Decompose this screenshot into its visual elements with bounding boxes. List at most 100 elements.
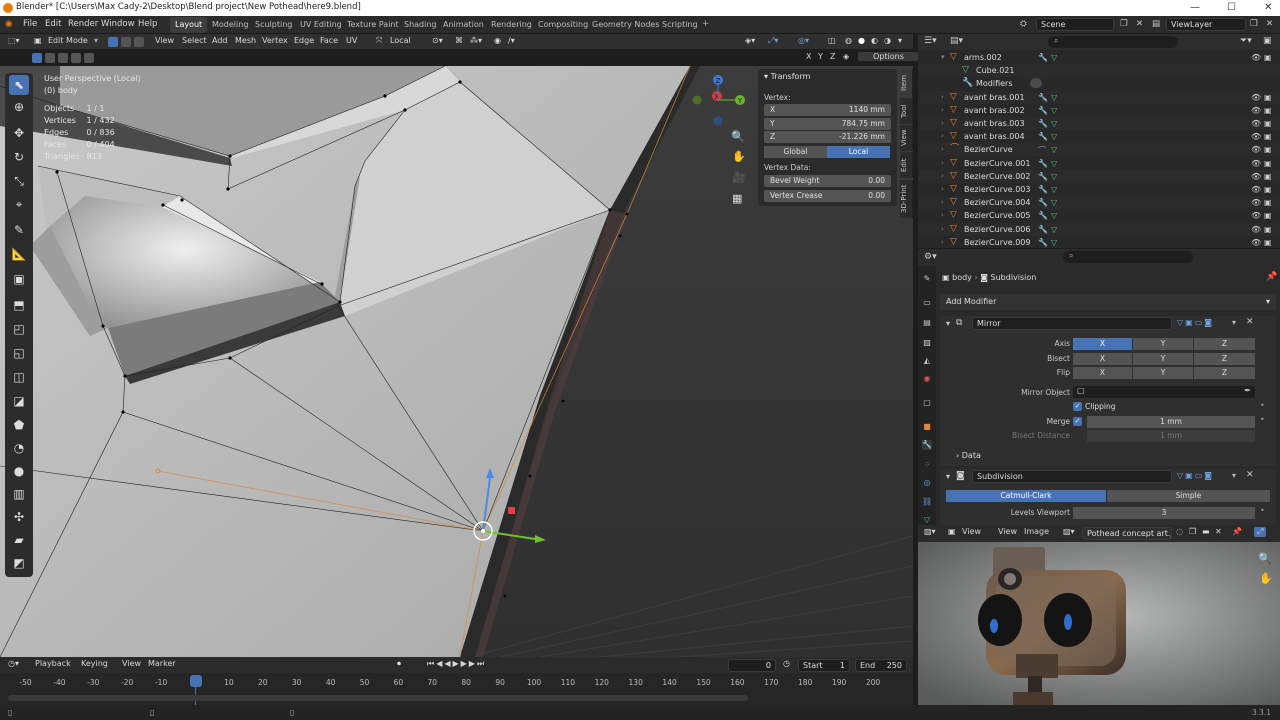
menu-select[interactable]: Select — [182, 36, 207, 45]
menu-edit[interactable]: Edit — [45, 19, 61, 29]
select-mode-intersect-icon[interactable] — [84, 53, 94, 63]
outliner-row[interactable]: › ▽ avant bras.002 🔧 ▽ 👁 ▣ — [918, 104, 1280, 117]
render-camera-icon[interactable]: ▣ — [1264, 185, 1272, 194]
modifier-toggles-icon[interactable]: ▽▣▭◙ — [1177, 318, 1214, 327]
properties-search-input[interactable]: ⌕ — [1063, 251, 1193, 263]
select-mode-invert-icon[interactable] — [71, 53, 81, 63]
outliner-row[interactable]: › ▽ BezierCurve.004 🔧 ▽ 👁 ▣ — [918, 196, 1280, 210]
render-camera-icon[interactable]: ▣ — [1264, 225, 1272, 234]
playhead[interactable] — [190, 675, 202, 687]
eye-icon[interactable]: 👁 — [1251, 132, 1261, 141]
poly-build-tool-icon[interactable]: ⬟ — [9, 415, 29, 435]
modifier-toggles-icon[interactable]: ▽▣▭◙ — [1177, 471, 1214, 480]
snap-target-icon[interactable]: ⁂▾ — [470, 36, 482, 45]
menu-keying[interactable]: Keying — [81, 659, 108, 668]
image-editor-view[interactable]: 🔍 ✋ — [918, 542, 1280, 705]
image-browse-icon[interactable]: ▨▾ — [1063, 527, 1075, 536]
mirror-object-field[interactable]: ▢ ✒ — [1073, 386, 1255, 398]
particles-tab-icon[interactable]: ⁘ — [922, 460, 932, 470]
outliner-row[interactable]: › ▽ BezierCurve.002 🔧 ▽ 👁 ▣ — [918, 169, 1280, 183]
pin-icon[interactable]: 📌 — [1232, 527, 1242, 536]
preview-range-icon[interactable]: ◷ — [783, 659, 790, 668]
outliner-row[interactable]: › ▽ BezierCurve.009 🔧 ▽ 👁 ▣ — [918, 236, 1280, 249]
tab-modeling[interactable]: Modeling — [207, 17, 253, 33]
image-editor-type-icon[interactable]: ▨▾ — [924, 527, 936, 536]
chevron-right-icon[interactable]: › — [941, 93, 944, 101]
render-camera-icon[interactable]: ▣ — [1264, 53, 1272, 62]
menu-mesh[interactable]: Mesh — [235, 36, 256, 45]
data-tab-icon[interactable]: ▽ — [922, 515, 932, 525]
perspective-toggle-icon[interactable]: ▦ — [732, 192, 742, 205]
menu-vertex[interactable]: Vertex — [262, 36, 288, 45]
bisect-z-button[interactable]: Z — [1194, 353, 1255, 365]
camera-view-icon[interactable]: 🎥 — [732, 171, 746, 184]
eye-icon[interactable]: 👁 — [1251, 198, 1261, 207]
menu-help[interactable]: Help — [138, 19, 157, 29]
overlay-icon[interactable]: ◎▾ — [798, 36, 809, 45]
playback-controls-icon[interactable]: ⏮◀◀▶▶▶⏭ — [427, 659, 486, 669]
chevron-right-icon[interactable]: › — [941, 238, 944, 246]
chevron-right-icon[interactable]: › — [941, 225, 944, 233]
new-scene-icon[interactable]: ❐ — [1120, 19, 1128, 29]
modifier-tab-icon[interactable]: 🔧 — [922, 440, 932, 450]
eye-icon[interactable]: 👁 — [1251, 225, 1261, 234]
pivot-icon[interactable]: ⊙▾ — [432, 36, 443, 45]
edge-select-icon[interactable] — [121, 37, 131, 47]
menu-add[interactable]: Add — [212, 36, 228, 45]
tool-tab-icon[interactable]: ✎ — [922, 274, 932, 284]
material-shading-icon[interactable]: ◐ — [871, 36, 878, 45]
editor-type-icon[interactable]: ⬚▾ — [8, 36, 20, 45]
orientation-select[interactable]: Local — [390, 36, 411, 45]
render-camera-icon[interactable]: ▣ — [1264, 159, 1272, 168]
axis-z-button[interactable]: Z — [1194, 338, 1255, 350]
render-camera-icon[interactable]: ▣ — [1264, 93, 1272, 102]
solid-shading-icon[interactable]: ● — [858, 36, 865, 45]
outliner-row[interactable]: › ▽ avant bras.001 🔧 ▽ 👁 ▣ — [918, 90, 1280, 104]
tab-layout[interactable]: Layout — [170, 17, 208, 33]
tab-texture-paint[interactable]: Texture Paint — [342, 17, 404, 33]
scene-tab-icon[interactable]: ◭ — [922, 356, 932, 366]
sidebar-tab-item[interactable]: Item — [900, 69, 913, 97]
shrink-fatten-tool-icon[interactable]: ✣ — [9, 507, 29, 527]
new-view-layer-icon[interactable]: ❐ — [1250, 19, 1258, 29]
zoom-icon[interactable]: 🔍 — [731, 130, 745, 143]
menu-uv[interactable]: UV — [346, 36, 357, 45]
flip-z-button[interactable]: Z — [1194, 367, 1255, 379]
outliner-row[interactable]: › ▽ avant bras.003 🔧 ▽ 👁 ▣ — [918, 117, 1280, 130]
chevron-down-icon[interactable]: ▾ — [1232, 318, 1236, 327]
eye-icon[interactable]: 👁 — [1251, 93, 1261, 102]
outliner-row[interactable]: ▾ ▽ arms.002 🔧 ▽ 👁 ▣ — [918, 51, 1280, 64]
rip-region-tool-icon[interactable]: ◩ — [9, 553, 29, 573]
menu-file[interactable]: File — [23, 19, 37, 29]
render-camera-icon[interactable]: ▣ — [1264, 106, 1272, 115]
outliner-row[interactable]: › ▽ BezierCurve.003 🔧 ▽ 👁 ▣ — [918, 183, 1280, 196]
transform-panel-header[interactable]: ▾ Transform — [764, 72, 810, 81]
sidebar-tab-edit[interactable]: Edit — [900, 152, 913, 178]
outliner-editor-icon[interactable]: ☰▾ — [924, 36, 937, 46]
xray-icon[interactable]: ◫ — [828, 36, 836, 45]
current-frame-field[interactable]: 0 — [728, 659, 776, 672]
end-frame-field[interactable]: End 250 — [855, 659, 907, 672]
menu-view[interactable]: View — [155, 36, 174, 45]
axis-x-button[interactable]: X — [1073, 338, 1132, 350]
blender-menu-icon[interactable]: ◉ — [5, 19, 12, 29]
proportional-edit-icon[interactable]: ◉ — [494, 36, 501, 45]
chevron-right-icon[interactable]: › — [941, 159, 944, 167]
view-mode-select[interactable]: View — [962, 527, 981, 536]
inset-tool-icon[interactable]: ◰ — [9, 319, 29, 339]
eye-icon[interactable]: 👁 — [1251, 145, 1261, 154]
render-shading-icon[interactable]: ◑ — [884, 36, 891, 45]
record-icon[interactable]: ⏺ — [397, 659, 401, 669]
sidebar-tab-3d-print[interactable]: 3D-Print — [900, 180, 913, 218]
pan-hand-icon[interactable]: ✋ — [732, 150, 746, 163]
eye-icon[interactable]: 👁 — [1251, 211, 1261, 220]
render-camera-icon[interactable]: ▣ — [1264, 238, 1272, 247]
tab-geometry-nodes[interactable]: Geometry Nodes — [587, 17, 664, 33]
chevron-right-icon[interactable]: › — [941, 119, 944, 127]
add-workspace-icon[interactable]: + — [702, 19, 709, 29]
filter-icon[interactable]: ⏷▾ — [1240, 36, 1252, 46]
levels-viewport-field[interactable]: 3 — [1073, 507, 1255, 519]
options-button[interactable]: Options — [858, 52, 918, 61]
catmull-clark-button[interactable]: Catmull-Clark — [946, 490, 1106, 502]
select-mode-new-icon[interactable] — [32, 53, 42, 63]
